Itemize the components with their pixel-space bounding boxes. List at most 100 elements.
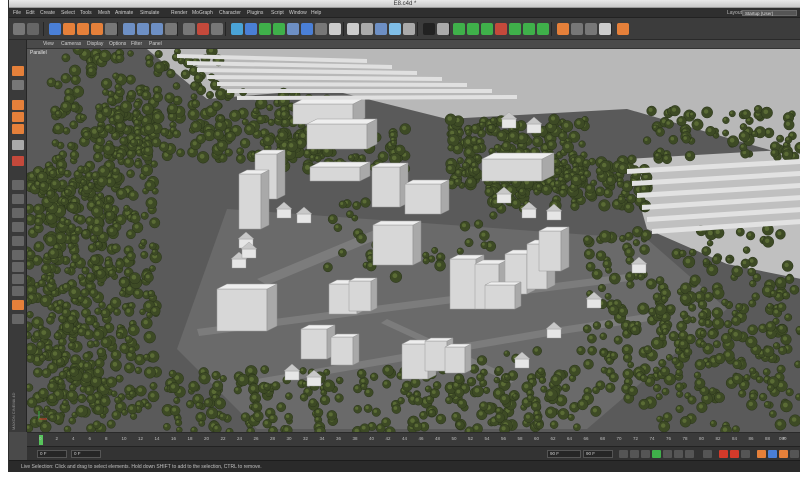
viewport-menu-filter[interactable]: Filter xyxy=(131,40,142,49)
prev-frame-button[interactable] xyxy=(641,450,650,458)
scene-render[interactable] xyxy=(27,49,800,432)
render-view-button[interactable] xyxy=(183,23,195,35)
viewport-menu-display[interactable]: Display xyxy=(87,40,103,49)
edges-mode-tool[interactable] xyxy=(12,180,24,190)
coordinate-system-button[interactable] xyxy=(165,23,177,35)
recent-tools-button[interactable] xyxy=(105,23,117,35)
z-axis-button[interactable] xyxy=(151,23,163,35)
key-param-button[interactable] xyxy=(790,450,799,458)
lights-button[interactable] xyxy=(361,23,373,35)
layout-select[interactable]: Startup (User) xyxy=(742,10,797,16)
menu-help[interactable]: Help xyxy=(311,8,321,18)
menu-character[interactable]: Character xyxy=(219,8,241,18)
cube-button[interactable] xyxy=(231,23,243,35)
loop-button[interactable] xyxy=(703,450,712,458)
key-scale-button[interactable] xyxy=(768,450,777,458)
snap-tool[interactable] xyxy=(12,262,24,272)
menu-animate[interactable]: Animate xyxy=(115,8,133,18)
workplane-tool[interactable] xyxy=(12,124,24,134)
render-settings-button[interactable] xyxy=(211,23,223,35)
next-frame-button[interactable] xyxy=(663,450,672,458)
menu-file[interactable]: File xyxy=(13,8,21,18)
viewport[interactable]: Parallel xyxy=(27,49,800,432)
voronoi-button[interactable] xyxy=(537,23,549,35)
lock-tool[interactable] xyxy=(12,274,24,284)
menu-plugins[interactable]: Plugins xyxy=(247,8,263,18)
light-button[interactable] xyxy=(329,23,341,35)
y-axis-button[interactable] xyxy=(137,23,149,35)
menu-select[interactable]: Select xyxy=(61,8,75,18)
camera-button[interactable] xyxy=(315,23,327,35)
viewport-menu-panel[interactable]: Panel xyxy=(149,40,162,49)
texture-mode-tool[interactable] xyxy=(12,112,24,122)
go-to-start-button[interactable] xyxy=(619,450,628,458)
next-key-button[interactable] xyxy=(674,450,683,458)
autokey-button[interactable] xyxy=(730,450,739,458)
pen-button[interactable] xyxy=(245,23,257,35)
magnet-tool[interactable] xyxy=(12,156,24,166)
menu-window[interactable]: Window xyxy=(289,8,307,18)
effector-button[interactable] xyxy=(481,23,493,35)
fracture-button[interactable] xyxy=(467,23,479,35)
polygons-mode-tool[interactable] xyxy=(12,194,24,204)
grid-tool[interactable] xyxy=(12,286,24,296)
subdivision-button[interactable] xyxy=(259,23,271,35)
points-mode-tool[interactable] xyxy=(12,140,24,150)
timeline[interactable]: 0 2 4 6 8 10 12 14 16 18 20 22 24 26 28 30 32 34 36 38 40 42 4… xyxy=(27,432,800,446)
sky-button[interactable] xyxy=(389,23,401,35)
sphere-button[interactable] xyxy=(403,23,415,35)
prev-key-button[interactable] xyxy=(630,450,639,458)
key-position-button[interactable] xyxy=(757,450,766,458)
spline-button[interactable] xyxy=(495,23,507,35)
rotate-button[interactable] xyxy=(91,23,103,35)
viewport-menu-view[interactable]: View xyxy=(43,40,54,49)
uv-points-tool[interactable] xyxy=(12,208,24,218)
menu-tools[interactable]: Tools xyxy=(80,8,92,18)
redo-button[interactable] xyxy=(27,23,39,35)
tweak-tool[interactable] xyxy=(12,250,24,260)
umbrella-button[interactable] xyxy=(599,23,611,35)
cloner-button[interactable] xyxy=(453,23,465,35)
go-to-end-button[interactable] xyxy=(685,450,694,458)
mograph-button[interactable] xyxy=(509,23,521,35)
tracer-button[interactable] xyxy=(523,23,535,35)
menu-create[interactable]: Create xyxy=(40,8,55,18)
viewport-menu-options[interactable]: Options xyxy=(109,40,126,49)
end-frame-field[interactable]: 90 F xyxy=(547,450,581,458)
display-button[interactable] xyxy=(423,23,435,35)
grid-button[interactable] xyxy=(375,23,387,35)
sculpt-button[interactable] xyxy=(437,23,449,35)
null-button[interactable] xyxy=(585,23,597,35)
menu-simulate[interactable]: Simulate xyxy=(140,8,159,18)
floor-button[interactable] xyxy=(301,23,313,35)
max-frame-field[interactable]: 90 F xyxy=(583,450,613,458)
plugin-button[interactable] xyxy=(617,23,629,35)
x-axis-button[interactable] xyxy=(123,23,135,35)
menu-edit[interactable]: Edit xyxy=(26,8,35,18)
symmetry-button[interactable] xyxy=(571,23,583,35)
live-selection-button[interactable] xyxy=(49,23,61,35)
move-button[interactable] xyxy=(63,23,75,35)
scale-button[interactable] xyxy=(77,23,89,35)
glasses-button[interactable] xyxy=(347,23,359,35)
record-button[interactable] xyxy=(719,450,728,458)
object-mode-tool[interactable] xyxy=(12,100,24,110)
paint-tool[interactable] xyxy=(12,300,24,310)
menu-render[interactable]: Render xyxy=(171,8,187,18)
key-selection-button[interactable] xyxy=(741,450,750,458)
menu-mesh[interactable]: Mesh xyxy=(98,8,110,18)
deform-button[interactable] xyxy=(557,23,569,35)
key-rotation-button[interactable] xyxy=(779,450,788,458)
deformer-button[interactable] xyxy=(287,23,299,35)
render-picture-viewer-button[interactable] xyxy=(197,23,209,35)
viewport-menu-cameras[interactable]: Cameras xyxy=(61,40,81,49)
brush-tool[interactable] xyxy=(12,314,24,324)
uv-polygons-tool[interactable] xyxy=(12,222,24,232)
axis-tool[interactable] xyxy=(12,236,24,246)
model-mode-tool[interactable] xyxy=(12,80,24,90)
undo-button[interactable] xyxy=(13,23,25,35)
start-frame-field[interactable]: 0 F xyxy=(37,450,67,458)
menu-script[interactable]: Script xyxy=(271,8,284,18)
array-button[interactable] xyxy=(273,23,285,35)
play-button[interactable] xyxy=(652,450,661,458)
